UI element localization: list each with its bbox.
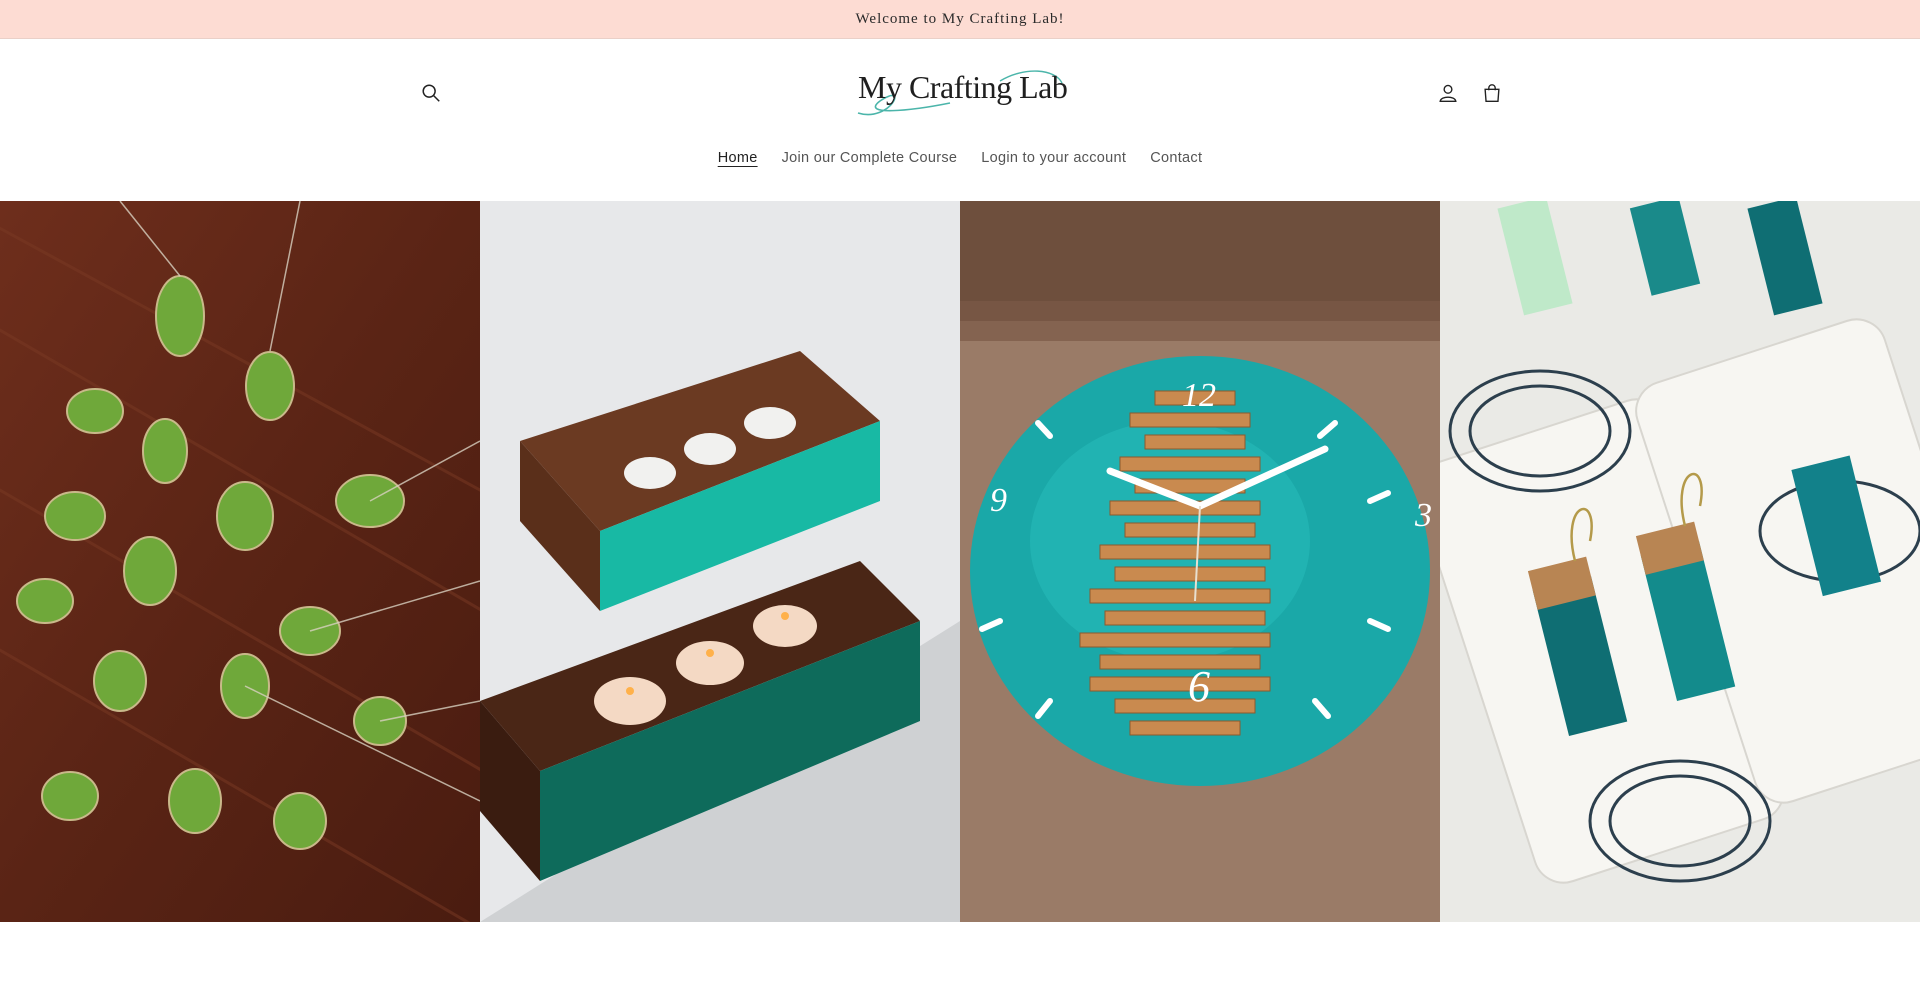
main-nav: Home Join our Complete Course Login to y…	[0, 150, 1920, 166]
hero-image-resin-earrings	[1440, 201, 1920, 922]
clock-numeral-9: 9	[990, 482, 1007, 519]
search-icon[interactable]	[411, 73, 451, 113]
user-icon[interactable]	[1428, 73, 1468, 113]
logo-text: My Crafting Lab	[858, 69, 1068, 105]
bag-icon[interactable]	[1472, 73, 1512, 113]
hero-image-candle-holders	[480, 201, 960, 922]
hero-image-fern-pendants	[0, 201, 480, 922]
nav-login[interactable]: Login to your account	[969, 150, 1138, 166]
site-logo[interactable]: My Crafting Lab	[850, 61, 1070, 121]
nav-join-course[interactable]: Join our Complete Course	[770, 150, 970, 166]
announcement-bar: Welcome to My Crafting Lab!	[0, 0, 1920, 39]
nav-contact[interactable]: Contact	[1138, 150, 1214, 166]
clock-numeral-6: 6	[1188, 662, 1210, 711]
hero-collage: 12 3 6 9	[0, 201, 1920, 922]
site-header: My Crafting Lab Home Join our Complete C…	[0, 39, 1920, 200]
clock-numeral-3: 3	[1414, 497, 1432, 534]
hero-image-resin-clock: 12 3 6 9	[960, 201, 1440, 922]
announcement-text: Welcome to My Crafting Lab!	[855, 10, 1065, 27]
clock-numeral-12: 12	[1182, 377, 1216, 414]
nav-home[interactable]: Home	[706, 150, 770, 166]
